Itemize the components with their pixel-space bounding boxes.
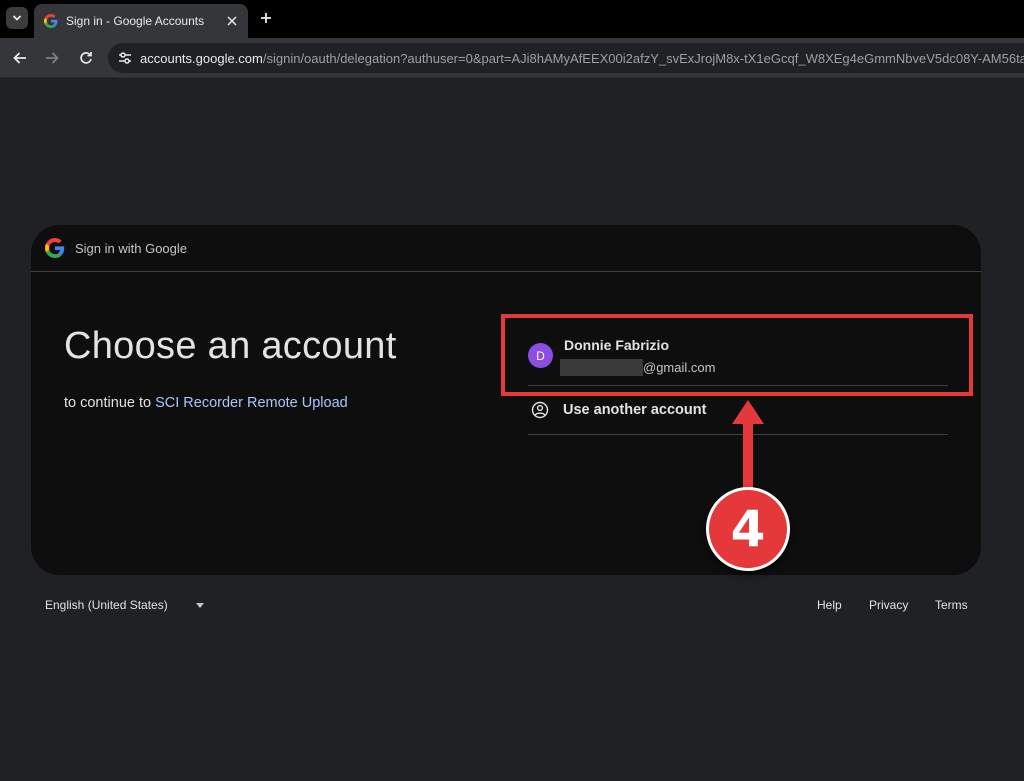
app-name-link[interactable]: SCI Recorder Remote Upload: [155, 395, 348, 411]
arrow-right-icon: [46, 52, 59, 64]
tune-icon[interactable]: [118, 49, 132, 67]
continue-subtitle: to continue to SCI Recorder Remote Uploa…: [64, 395, 348, 411]
highlight-box: [501, 314, 973, 396]
subtitle-prefix: to continue to: [64, 395, 152, 411]
terms-link[interactable]: Terms: [935, 598, 968, 612]
language-selector[interactable]: English (United States): [45, 598, 204, 612]
card-header: Sign in with Google: [31, 225, 981, 272]
back-button[interactable]: [10, 48, 30, 68]
person-circle-icon: [531, 401, 549, 419]
address-bar[interactable]: accounts.google.com/signin/oauth/delegat…: [108, 43, 1024, 73]
forward-button[interactable]: [42, 48, 62, 68]
close-icon[interactable]: [224, 13, 240, 29]
reload-icon: [80, 52, 92, 64]
sign-in-card: Sign in with Google Choose an account to…: [31, 225, 981, 575]
tab-bar: Sign in - Google Accounts: [0, 0, 1024, 38]
url-text: accounts.google.com/signin/oauth/delegat…: [140, 51, 1024, 66]
privacy-link[interactable]: Privacy: [869, 598, 908, 612]
card-header-text: Sign in with Google: [75, 240, 188, 256]
caret-down-icon: [195, 602, 204, 608]
google-g-icon: [44, 14, 58, 28]
url-host: accounts.google.com: [140, 50, 263, 66]
google-g-icon: [45, 238, 65, 258]
language-label: English (United States): [45, 598, 168, 612]
page-title: Choose an account: [64, 325, 397, 367]
use-another-account-label: Use another account: [563, 402, 707, 418]
tab-search-button[interactable]: [6, 7, 28, 29]
chevron-down-icon: [12, 15, 22, 21]
tab-title: Sign in - Google Accounts: [66, 14, 205, 28]
browser-toolbar: accounts.google.com/signin/oauth/delegat…: [0, 38, 1024, 78]
tab-sign-in[interactable]: Sign in - Google Accounts: [34, 4, 248, 38]
plus-icon: [261, 13, 271, 23]
step-number-badge: 4: [706, 487, 790, 571]
reload-button[interactable]: [76, 48, 96, 68]
help-link[interactable]: Help: [817, 598, 842, 612]
new-tab-button[interactable]: [257, 9, 275, 27]
arrow-left-icon: [13, 52, 26, 64]
url-path: /signin/oauth/delegation?authuser=0&part…: [262, 50, 1024, 66]
